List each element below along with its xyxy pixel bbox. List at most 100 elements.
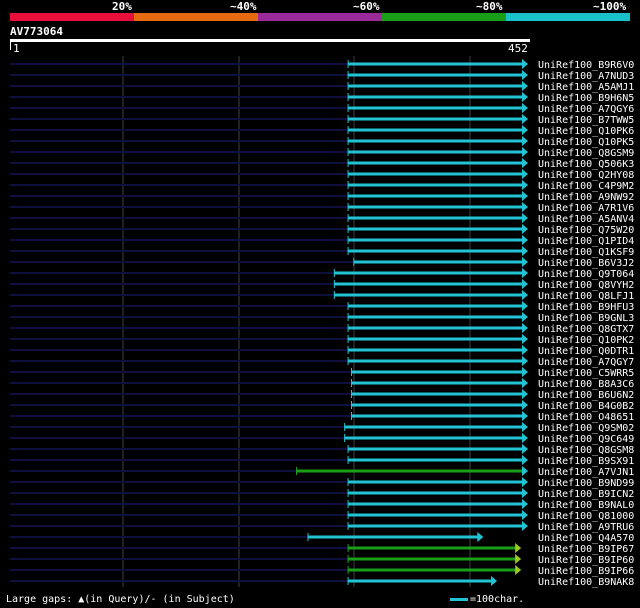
hit-row[interactable]: UniRef100_A7QGY6: [10, 103, 634, 115]
hit-row[interactable]: UniRef100_B9H6N5: [10, 92, 634, 104]
hit-label[interactable]: UniRef100_C5WRR5: [538, 368, 634, 379]
hit-label[interactable]: UniRef100_B4G0B2: [538, 401, 634, 412]
hit-row[interactable]: UniRef100_A5ANV4: [10, 213, 634, 225]
hit-label[interactable]: UniRef100_A7VJN1: [538, 467, 634, 478]
hit-label[interactable]: UniRef100_O48651: [538, 412, 634, 423]
hit-row[interactable]: UniRef100_B8A3C6: [10, 378, 634, 390]
hit-label[interactable]: UniRef100_Q0DTR1: [538, 346, 634, 357]
hit-label[interactable]: UniRef100_B9GNL3: [538, 313, 634, 324]
hit-label[interactable]: UniRef100_A7R1V6: [538, 203, 634, 214]
hit-row[interactable]: UniRef100_A9TRU6: [10, 521, 634, 533]
hit-row[interactable]: UniRef100_Q9C649: [10, 433, 634, 445]
hit-row[interactable]: UniRef100_B6V3J2: [10, 257, 634, 269]
hit-row[interactable]: UniRef100_A7NUD3: [10, 70, 634, 82]
hit-label[interactable]: UniRef100_Q9SM02: [538, 423, 634, 434]
hit-label[interactable]: UniRef100_A5AMJ1: [538, 82, 634, 93]
hit-label[interactable]: UniRef100_B6U6N2: [538, 390, 634, 401]
hit-label[interactable]: UniRef100_A7NUD3: [538, 71, 634, 82]
hit-label[interactable]: UniRef100_B9ICN2: [538, 489, 634, 500]
hit-label[interactable]: UniRef100_B9R6V0: [538, 60, 634, 71]
hit-row[interactable]: UniRef100_B4G0B2: [10, 400, 634, 412]
hit-label[interactable]: UniRef100_B9NAL0: [538, 500, 634, 511]
hit-label[interactable]: UniRef100_B7TWW5: [538, 115, 634, 126]
hit-label[interactable]: UniRef100_C4P9M2: [538, 181, 634, 192]
hit-label[interactable]: UniRef100_Q81000: [538, 511, 634, 522]
hit-label[interactable]: UniRef100_Q8LFJ1: [538, 291, 634, 302]
hit-label[interactable]: UniRef100_Q9C649: [538, 434, 634, 445]
hit-row[interactable]: UniRef100_Q1KSF9: [10, 246, 634, 258]
hit-row[interactable]: UniRef100_B9GNL3: [10, 312, 634, 324]
hit-label[interactable]: UniRef100_B9IP60: [538, 555, 634, 566]
hit-row[interactable]: UniRef100_Q1PID4: [10, 235, 634, 247]
hit-row[interactable]: UniRef100_Q75W20: [10, 224, 634, 236]
hit-arrow: [522, 158, 528, 168]
hit-label[interactable]: UniRef100_B6V3J2: [538, 258, 634, 269]
hit-label[interactable]: UniRef100_B9IP66: [538, 566, 634, 577]
hit-row[interactable]: UniRef100_Q506K3: [10, 158, 634, 170]
hit-label[interactable]: UniRef100_A7QGY6: [538, 104, 634, 115]
legend-swatch: [450, 597, 468, 601]
hit-row[interactable]: UniRef100_Q10PK2: [10, 334, 634, 346]
hit-row[interactable]: UniRef100_Q10PK6: [10, 125, 634, 137]
hit-label[interactable]: UniRef100_Q8VYH2: [538, 280, 634, 291]
hit-row[interactable]: UniRef100_B9IP66: [10, 565, 634, 577]
hit-row[interactable]: UniRef100_B9ICN2: [10, 488, 634, 500]
hit-row[interactable]: UniRef100_A7R1V6: [10, 202, 634, 214]
hit-label[interactable]: UniRef100_Q1KSF9: [538, 247, 634, 258]
hit-label[interactable]: UniRef100_B9H6N5: [538, 93, 634, 104]
hit-row[interactable]: UniRef100_Q8LFJ1: [10, 290, 634, 302]
hit-label[interactable]: UniRef100_Q10PK5: [538, 137, 634, 148]
hit-row[interactable]: UniRef100_C4P9M2: [10, 180, 634, 192]
hit-label[interactable]: UniRef100_Q8GSM8: [538, 445, 634, 456]
hit-label[interactable]: UniRef100_B9HFU3: [538, 302, 634, 313]
hit-row[interactable]: UniRef100_Q4A570: [10, 532, 634, 544]
hit-label[interactable]: UniRef100_Q75W20: [538, 225, 634, 236]
hit-label[interactable]: UniRef100_A7QGY7: [538, 357, 634, 368]
hit-row[interactable]: UniRef100_B6U6N2: [10, 389, 634, 401]
hit-row[interactable]: UniRef100_B9SX91: [10, 455, 634, 467]
hit-label[interactable]: UniRef100_A5ANV4: [538, 214, 634, 225]
hit-row[interactable]: UniRef100_B9HFU3: [10, 301, 634, 313]
hit-row[interactable]: UniRef100_B9IP67: [10, 543, 634, 555]
hit-label[interactable]: UniRef100_A9TRU6: [538, 522, 634, 533]
hit-row[interactable]: UniRef100_Q8GTX7: [10, 323, 634, 335]
hit-label[interactable]: UniRef100_Q8GTX7: [538, 324, 634, 335]
hit-label[interactable]: UniRef100_Q4A570: [538, 533, 634, 544]
hit-row[interactable]: UniRef100_Q8GSM8: [10, 444, 634, 456]
hit-label[interactable]: UniRef100_B9SX91: [538, 456, 634, 467]
hit-row[interactable]: UniRef100_Q81000: [10, 510, 634, 522]
hit-label[interactable]: UniRef100_A9NW92: [538, 192, 634, 203]
hit-row[interactable]: UniRef100_Q9SM02: [10, 422, 634, 434]
hit-label[interactable]: UniRef100_Q8GSM9: [538, 148, 634, 159]
hit-row[interactable]: UniRef100_Q8VYH2: [10, 279, 634, 291]
hit-row[interactable]: UniRef100_B7TWW5: [10, 114, 634, 126]
hit-row[interactable]: UniRef100_A7VJN1: [10, 466, 634, 478]
hit-label[interactable]: UniRef100_Q9T064: [538, 269, 634, 280]
hit-row[interactable]: UniRef100_Q10PK5: [10, 136, 634, 148]
hit-label[interactable]: UniRef100_Q2HY08: [538, 170, 634, 181]
hit-label[interactable]: UniRef100_B9ND99: [538, 478, 634, 489]
hit-row[interactable]: UniRef100_B9NAK8: [10, 576, 634, 588]
hit-row[interactable]: UniRef100_Q8GSM9: [10, 147, 634, 159]
hit-row[interactable]: UniRef100_B9R6V0: [10, 59, 634, 71]
hit-label[interactable]: UniRef100_Q10PK6: [538, 126, 634, 137]
hit-label[interactable]: UniRef100_B8A3C6: [538, 379, 634, 390]
hit-row[interactable]: UniRef100_B9ND99: [10, 477, 634, 489]
hit-label[interactable]: UniRef100_Q506K3: [538, 159, 634, 170]
hit-row[interactable]: UniRef100_Q2HY08: [10, 169, 634, 181]
hit-row[interactable]: UniRef100_O48651: [10, 411, 634, 423]
hit-row[interactable]: UniRef100_C5WRR5: [10, 367, 634, 379]
hit-label[interactable]: UniRef100_Q1PID4: [538, 236, 634, 247]
hit-row[interactable]: UniRef100_A7QGY7: [10, 356, 634, 368]
hit-row[interactable]: UniRef100_A5AMJ1: [10, 81, 634, 93]
hit-label[interactable]: UniRef100_B9NAK8: [538, 577, 634, 588]
hit-label[interactable]: UniRef100_B9IP67: [538, 544, 634, 555]
hit-arrow: [522, 444, 528, 454]
hit-row[interactable]: UniRef100_Q9T064: [10, 268, 634, 280]
hit-label[interactable]: UniRef100_Q10PK2: [538, 335, 634, 346]
hit-row[interactable]: UniRef100_B9IP60: [10, 554, 634, 566]
hit-arrow: [522, 301, 528, 311]
hit-row[interactable]: UniRef100_B9NAL0: [10, 499, 634, 511]
hit-row[interactable]: UniRef100_A9NW92: [10, 191, 634, 203]
hit-row[interactable]: UniRef100_Q0DTR1: [10, 345, 634, 357]
